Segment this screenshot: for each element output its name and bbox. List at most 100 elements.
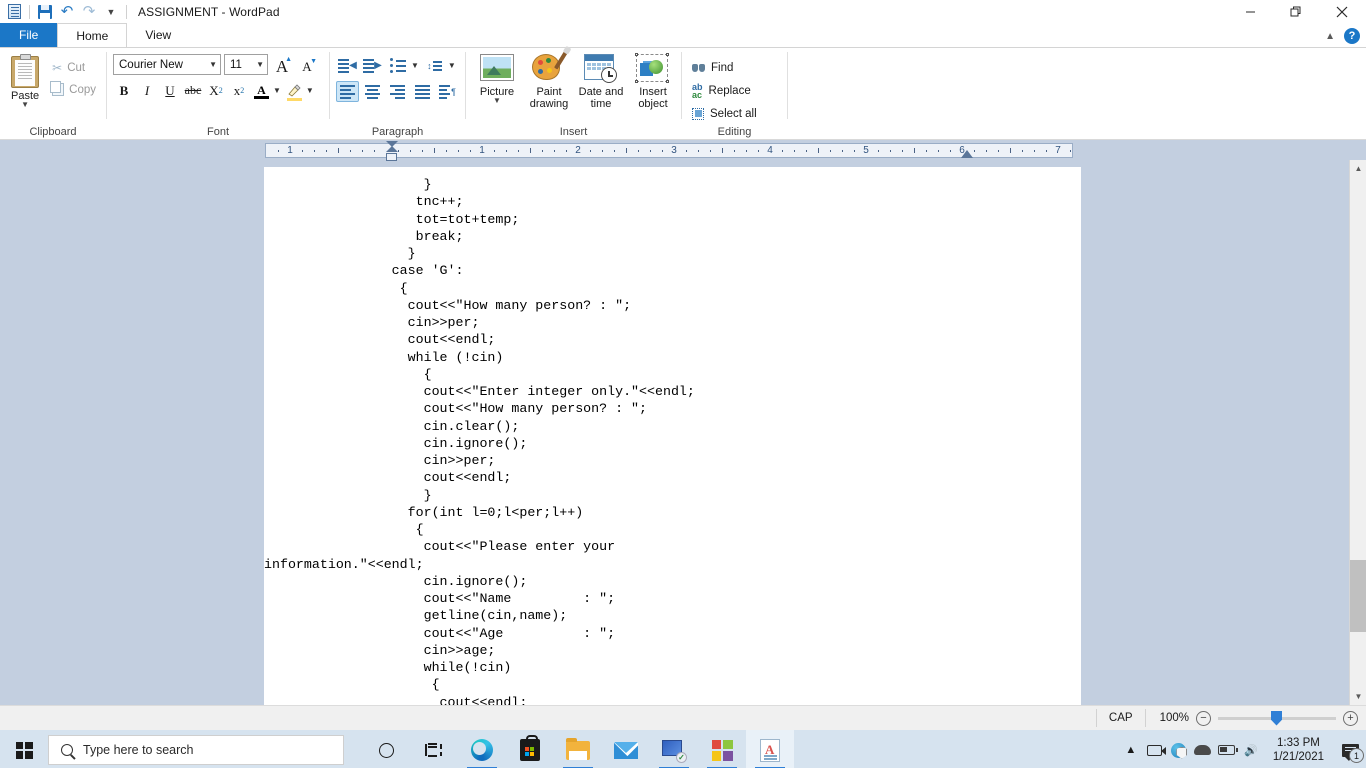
italic-button[interactable]: I bbox=[136, 80, 158, 101]
scroll-down-icon[interactable]: ▼ bbox=[1350, 688, 1366, 705]
undo-icon[interactable]: ↶ bbox=[57, 2, 77, 21]
paragraph-settings-button[interactable]: ¶ bbox=[436, 81, 459, 102]
taskbar-item-cortana[interactable] bbox=[362, 730, 410, 768]
ruler-tick bbox=[626, 148, 627, 153]
underline-button[interactable]: U bbox=[159, 80, 181, 101]
redo-icon[interactable]: ↷ bbox=[79, 2, 99, 21]
tab-view[interactable]: View bbox=[127, 23, 189, 47]
document-line: cin>>per; bbox=[264, 314, 1081, 331]
webcam-icon[interactable] bbox=[1143, 730, 1167, 768]
insert-object-button[interactable]: Insert object bbox=[628, 54, 678, 110]
search-input[interactable]: Type here to search bbox=[48, 735, 344, 765]
onedrive-cloud-icon[interactable] bbox=[1191, 730, 1215, 768]
clock[interactable]: 1:33 PM 1/21/2021 bbox=[1263, 730, 1334, 768]
ruler-tick bbox=[470, 150, 471, 152]
highlight-color-button[interactable] bbox=[284, 80, 305, 101]
show-hidden-icons-icon[interactable]: ▲ bbox=[1119, 730, 1143, 768]
zoom-out-button[interactable]: − bbox=[1196, 711, 1211, 726]
justify-button[interactable] bbox=[411, 81, 434, 102]
ruler-number: 1 bbox=[479, 145, 485, 157]
paste-button[interactable]: Paste ▼ bbox=[6, 54, 44, 108]
chevron-down-icon[interactable]: ▼ bbox=[448, 61, 456, 70]
save-icon[interactable] bbox=[35, 2, 55, 21]
strikethrough-button[interactable]: abc bbox=[182, 80, 204, 101]
chevron-down-icon[interactable]: ▼ bbox=[21, 102, 29, 108]
start-button[interactable] bbox=[0, 730, 48, 768]
text-color-button[interactable]: A bbox=[251, 80, 272, 101]
chevron-down-icon[interactable]: ▼ bbox=[493, 98, 501, 104]
security-globe-icon[interactable] bbox=[1167, 730, 1191, 768]
document-page[interactable]: } tnc++; tot=tot+temp; break; } case 'G'… bbox=[264, 167, 1081, 705]
increase-indent-button[interactable]: ▶ bbox=[361, 55, 384, 76]
insert-picture-button[interactable]: Picture ▼ bbox=[472, 54, 522, 104]
restore-icon[interactable] bbox=[1273, 0, 1318, 23]
taskbar-item-remote-desktop[interactable]: ✓ bbox=[650, 730, 698, 768]
insert-object-label-1: Insert bbox=[639, 86, 667, 98]
line-spacing-button[interactable]: ↕ bbox=[423, 55, 446, 76]
document-icon[interactable] bbox=[4, 2, 24, 21]
microsoft-store-icon bbox=[520, 739, 540, 761]
chevron-down-icon[interactable]: ▼ bbox=[306, 86, 314, 95]
copy-button[interactable]: Copy bbox=[48, 80, 100, 99]
vertical-scrollbar[interactable]: ▲ ▼ bbox=[1349, 160, 1366, 705]
superscript-button[interactable]: x2 bbox=[228, 80, 250, 101]
ruler-tick bbox=[530, 148, 531, 153]
right-indent-marker[interactable] bbox=[961, 150, 973, 158]
taskbar-item-file-explorer[interactable] bbox=[554, 730, 602, 768]
wordpad-icon: A bbox=[760, 739, 780, 762]
minimize-icon[interactable] bbox=[1228, 0, 1273, 23]
ruler-tick bbox=[746, 150, 747, 152]
grow-font-button[interactable]: A ▲ bbox=[271, 54, 293, 75]
align-center-button[interactable] bbox=[361, 81, 384, 102]
taskbar-item-app-quad[interactable] bbox=[698, 730, 746, 768]
ribbon-tools: ▲ ? bbox=[1325, 28, 1360, 44]
replace-button[interactable]: abac Replace bbox=[688, 81, 761, 100]
help-icon[interactable]: ? bbox=[1344, 28, 1360, 44]
close-icon[interactable] bbox=[1318, 0, 1366, 23]
font-family-select[interactable]: Courier New ▼ bbox=[113, 54, 221, 75]
cut-button[interactable]: ✂ Cut bbox=[48, 58, 100, 77]
insert-paint-drawing-button[interactable]: Paint drawing bbox=[524, 54, 574, 110]
zoom-in-button[interactable]: + bbox=[1343, 711, 1358, 726]
scroll-up-icon[interactable]: ▲ bbox=[1350, 160, 1366, 177]
ruler[interactable]: 11234567 bbox=[265, 143, 1073, 158]
zoom-slider-thumb[interactable] bbox=[1271, 711, 1282, 726]
chevron-down-icon[interactable]: ▼ bbox=[273, 86, 281, 95]
document-line: cout<<"Please enter your bbox=[264, 538, 1081, 555]
tab-file[interactable]: File bbox=[0, 23, 57, 47]
find-button[interactable]: Find bbox=[688, 58, 761, 77]
shrink-font-button[interactable]: A ▼ bbox=[296, 54, 318, 75]
document-line: cin.ignore(); bbox=[264, 435, 1081, 452]
zoom-slider[interactable] bbox=[1218, 717, 1336, 720]
scrollbar-thumb[interactable] bbox=[1350, 560, 1366, 632]
chevron-down-icon[interactable]: ▼ bbox=[411, 61, 419, 70]
left-indent-marker[interactable] bbox=[386, 141, 398, 161]
taskbar-item-task-view[interactable] bbox=[410, 730, 458, 768]
notifications-button[interactable]: 1 bbox=[1334, 730, 1366, 768]
document-text[interactable]: } tnc++; tot=tot+temp; break; } case 'G'… bbox=[264, 167, 1081, 705]
insert-object-label-2: object bbox=[638, 98, 667, 110]
find-label: Find bbox=[711, 62, 733, 74]
bullets-button[interactable] bbox=[386, 55, 409, 76]
caps-lock-indicator: CAP bbox=[1096, 709, 1146, 727]
align-left-button[interactable] bbox=[336, 81, 359, 102]
chevron-up-icon[interactable]: ▲ bbox=[1325, 31, 1335, 42]
bold-button[interactable]: B bbox=[113, 80, 135, 101]
taskbar-item-microsoft-store[interactable] bbox=[506, 730, 554, 768]
tab-home[interactable]: Home bbox=[57, 23, 127, 47]
customize-quick-access-icon[interactable]: ▼ bbox=[101, 2, 121, 21]
decrease-indent-button[interactable]: ◀ bbox=[336, 55, 359, 76]
subscript-button[interactable]: X2 bbox=[205, 80, 227, 101]
insert-date-time-button[interactable]: Date and time bbox=[576, 54, 626, 110]
ruler-tick bbox=[554, 150, 555, 152]
taskbar-item-mail[interactable] bbox=[602, 730, 650, 768]
align-right-button[interactable] bbox=[386, 81, 409, 102]
taskbar-item-wordpad[interactable]: A bbox=[746, 730, 794, 768]
battery-icon[interactable] bbox=[1215, 730, 1239, 768]
document-line: } bbox=[264, 487, 1081, 504]
font-size-select[interactable]: 11 ▼ bbox=[224, 54, 268, 75]
select-all-button[interactable]: Select all bbox=[688, 104, 761, 123]
volume-icon[interactable]: 🔊 bbox=[1239, 730, 1263, 768]
clock-time: 1:33 PM bbox=[1277, 736, 1320, 750]
taskbar-item-edge[interactable] bbox=[458, 730, 506, 768]
